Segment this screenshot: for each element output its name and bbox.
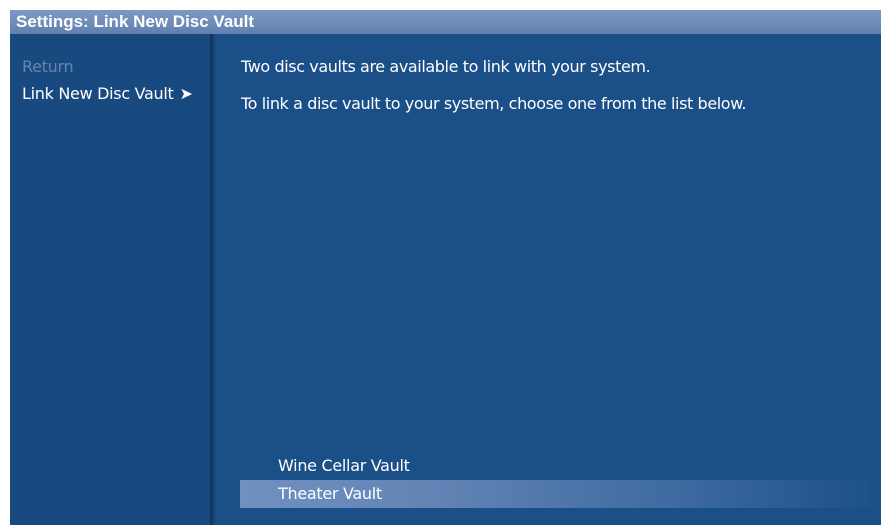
instruction-message: To link a disc vault to your system, cho… (241, 94, 747, 113)
vault-item-theater[interactable]: Theater Vault (240, 480, 870, 508)
vault-item-label: Wine Cellar Vault (278, 456, 410, 475)
vault-list: Wine Cellar Vault Theater Vault (240, 452, 870, 508)
vault-item-wine-cellar[interactable]: Wine Cellar Vault (240, 452, 870, 480)
settings-screen: Settings: Link New Disc Vault Return Lin… (10, 10, 881, 525)
main-panel: Two disc vaults are available to link wi… (216, 34, 881, 525)
info-message: Two disc vaults are available to link wi… (241, 57, 651, 76)
chevron-right-icon: ➤ (179, 84, 193, 103)
sidebar-item-label: Return (22, 57, 74, 76)
sidebar-item-label: Link New Disc Vault (22, 84, 174, 103)
vault-item-label: Theater Vault (278, 484, 382, 503)
title-bar: Settings: Link New Disc Vault (10, 10, 881, 34)
sidebar-item-return[interactable]: Return (22, 57, 74, 76)
page-title: Settings: Link New Disc Vault (16, 12, 255, 31)
sidebar: Return Link New Disc Vault ➤ (10, 34, 210, 525)
sidebar-item-link-new-disc-vault[interactable]: Link New Disc Vault ➤ (22, 84, 193, 103)
